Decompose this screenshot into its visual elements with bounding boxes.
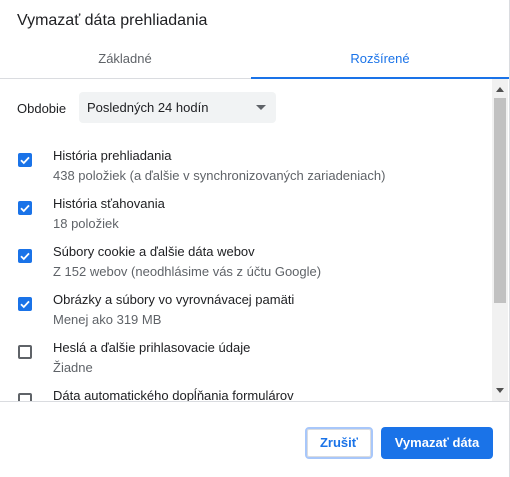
scroll-up-arrow-icon[interactable] <box>496 87 504 92</box>
checkbox-passwords[interactable] <box>18 345 32 359</box>
option-detail: Z 152 webov (neodhlásime vás z účtu Goog… <box>53 264 322 279</box>
tab-advanced[interactable]: Rozšírené <box>251 40 509 79</box>
option-label: História sťahovania <box>53 196 165 211</box>
option-label: Dáta automatického dopĺňania formulárov <box>53 388 294 401</box>
checkbox-autofill[interactable] <box>18 393 32 401</box>
tab-basic[interactable]: Základné <box>0 40 250 78</box>
advanced-options-panel: Obdobie Posledných 24 hodín História pre… <box>0 79 509 401</box>
dropdown-arrow-icon <box>256 105 266 110</box>
scroll-down-arrow-icon[interactable] <box>496 388 504 393</box>
option-label: Súbory cookie a ďalšie dáta webov <box>53 244 255 259</box>
checkbox-cookies[interactable] <box>18 249 32 263</box>
clear-data-button[interactable]: Vymazať dáta <box>381 427 493 459</box>
time-range-label: Obdobie <box>17 101 67 116</box>
checkmark-icon <box>20 204 30 213</box>
dialog-title: Vymazať dáta prehliadania <box>17 12 208 29</box>
checkmark-icon <box>20 252 30 261</box>
time-range-select[interactable]: Posledných 24 hodín <box>79 92 276 123</box>
option-detail: Žiadne <box>53 360 93 375</box>
time-range-value: Posledných 24 hodín <box>87 100 209 115</box>
checkmark-icon <box>20 300 30 309</box>
option-label: Heslá a ďalšie prihlasovacie údaje <box>53 340 251 355</box>
clear-browsing-data-dialog: Vymazať dáta prehliadania Základné Rozší… <box>0 0 510 477</box>
option-label: Obrázky a súbory vo vyrovnávacej pamäti <box>53 292 295 307</box>
option-detail: 18 položiek <box>53 216 119 231</box>
checkbox-browsing-history[interactable] <box>18 153 32 167</box>
option-download-history: História sťahovania 18 položiek <box>0 196 490 244</box>
vertical-scrollbar[interactable] <box>492 79 508 401</box>
checkbox-cached-files[interactable] <box>18 297 32 311</box>
option-cached-files: Obrázky a súbory vo vyrovnávacej pamäti … <box>0 292 490 340</box>
option-passwords: Heslá a ďalšie prihlasovacie údaje Žiadn… <box>0 340 490 388</box>
option-label: História prehliadania <box>53 148 172 163</box>
cancel-button[interactable]: Zrušiť <box>305 427 373 459</box>
scrollbar-thumb[interactable] <box>494 98 506 303</box>
tab-bar: Základné Rozšírené <box>0 40 509 79</box>
option-detail: 438 položiek (a ďalšie v synchronizovaný… <box>53 168 386 183</box>
option-cookies: Súbory cookie a ďalšie dáta webov Z 152 … <box>0 244 490 292</box>
option-browsing-history: História prehliadania 438 položiek (a ďa… <box>0 148 490 196</box>
dialog-footer: Zrušiť Vymazať dáta <box>0 401 509 477</box>
checkbox-download-history[interactable] <box>18 201 32 215</box>
option-detail: Menej ako 319 MB <box>53 312 162 327</box>
checkmark-icon <box>20 156 30 165</box>
option-autofill: Dáta automatického dopĺňania formulárov <box>0 388 490 401</box>
